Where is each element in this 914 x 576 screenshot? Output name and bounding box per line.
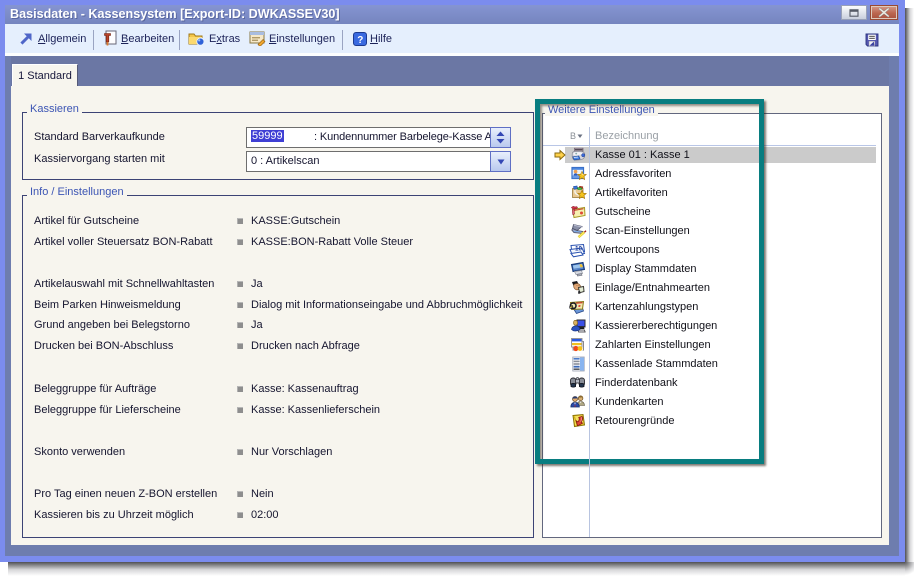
svg-text:?: ? <box>357 35 363 46</box>
